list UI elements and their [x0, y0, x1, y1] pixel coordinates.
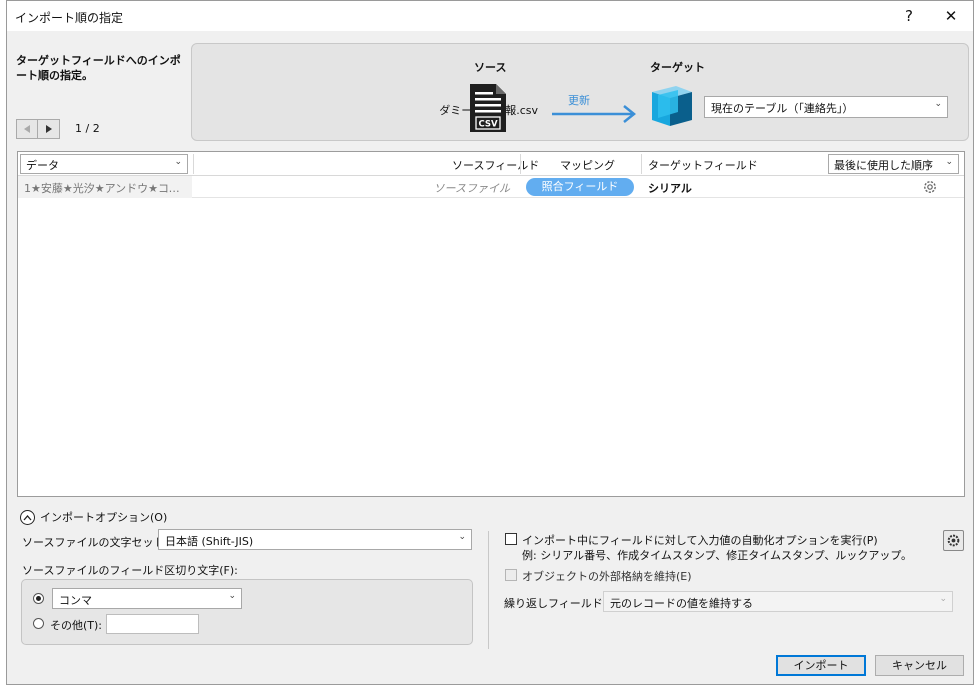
- delimiter-other-label: その他(T):: [50, 619, 103, 632]
- import-options-label: インポートオプション(O): [40, 511, 168, 524]
- auto-enter-example: 例: シリアル番号、作成タイムスタンプ、修正タイムスタンプ、ルックアップ。: [522, 549, 912, 562]
- delimiter-other-input[interactable]: [106, 614, 199, 634]
- external-storage-label: オブジェクトの外部格納を維持(E): [522, 570, 692, 583]
- mapping-pill[interactable]: 照合フィールド: [526, 178, 634, 196]
- charset-select[interactable]: 日本語 (Shift-JIS) ⌄: [158, 529, 472, 550]
- auto-enter-options-button[interactable]: [943, 530, 964, 551]
- column-header-target: ターゲットフィールド: [648, 159, 758, 172]
- auto-enter-label: インポート中にフィールドに対して入力値の自動化オプションを実行(P): [522, 534, 878, 547]
- header-description: ターゲットフィールドへのインポート順の指定。: [16, 54, 181, 82]
- window-title: インポート順の指定: [15, 11, 124, 25]
- help-button[interactable]: ?: [889, 1, 929, 31]
- order-select[interactable]: 最後に使用した順序 ⌄: [828, 154, 959, 174]
- column-header-source: ソースフィールド: [452, 159, 540, 172]
- triangle-right-icon: [45, 125, 52, 133]
- chevron-down-icon: ⌄: [228, 591, 236, 601]
- close-button[interactable]: ✕: [931, 1, 971, 31]
- delimiter-other-radio[interactable]: [33, 618, 44, 629]
- data-select[interactable]: データ ⌄: [20, 154, 188, 174]
- target-label: ターゲット: [650, 61, 705, 74]
- record-nav: [16, 119, 60, 139]
- import-order-dialog: インポート順の指定 ? ✕ ターゲットフィールドへのインポート順の指定。 1 /…: [6, 0, 974, 685]
- delimiter-comma-radio[interactable]: [33, 593, 44, 604]
- auto-enter-checkbox[interactable]: [505, 533, 517, 545]
- external-storage-checkbox[interactable]: [505, 569, 517, 581]
- row-target-cell: シリアル: [648, 182, 692, 195]
- delimiter-label: ソースファイルのフィールド区切り文字(F):: [22, 564, 238, 577]
- source-label: ソース: [474, 61, 507, 74]
- page-indicator: 1 / 2: [75, 122, 100, 135]
- import-options-toggle[interactable]: インポートオプション(O): [20, 509, 167, 525]
- repeat-field-select[interactable]: 元のレコードの値を維持する ⌄: [603, 591, 953, 612]
- source-target-panel: ソース ダミー個人情報.csv CSV 更新 ターゲット 現在のテーブル（「連絡…: [191, 43, 969, 141]
- options-divider: [488, 531, 489, 649]
- chevron-down-icon: ⌄: [939, 594, 947, 604]
- chevron-up-icon: [20, 509, 35, 525]
- data-select-value: データ: [26, 159, 59, 172]
- prev-record-button[interactable]: [16, 119, 38, 139]
- target-table-select[interactable]: 現在のテーブル（「連絡先」） ⌄: [704, 96, 948, 118]
- order-select-value: 最後に使用した順序: [834, 159, 933, 172]
- gear-icon[interactable]: [921, 178, 939, 196]
- chevron-down-icon: ⌄: [934, 99, 942, 109]
- filemaker-folder-icon: [652, 86, 692, 126]
- chevron-down-icon: ⌄: [945, 157, 953, 167]
- source-file-name: ダミー個人情報.csv: [368, 102, 538, 118]
- row-source-cell: ソースファイル: [433, 182, 510, 195]
- next-record-button[interactable]: [38, 119, 60, 139]
- table-row[interactable]: 1★安藤★光汐★アンドウ★コウガ… ソースファイル 照合フィールド シリアル: [18, 176, 964, 198]
- column-header-mapping: マッピング: [560, 159, 615, 172]
- title-bar: インポート順の指定 ? ✕: [7, 1, 973, 31]
- triangle-left-icon: [24, 125, 30, 133]
- chevron-down-icon: ⌄: [458, 532, 466, 542]
- delimiter-select-value: コンマ: [59, 594, 92, 607]
- gear-icon: [947, 534, 960, 547]
- cancel-button[interactable]: キャンセル: [875, 655, 964, 676]
- target-table-value: 現在のテーブル（「連絡先」）: [711, 102, 854, 115]
- charset-value: 日本語 (Shift-JIS): [165, 535, 254, 548]
- arrow-right-icon: [552, 105, 637, 123]
- chevron-down-icon: ⌄: [174, 157, 182, 167]
- column-divider: [641, 154, 642, 174]
- row-data-cell: 1★安藤★光汐★アンドウ★コウガ…: [18, 176, 192, 198]
- delimiter-select[interactable]: コンマ ⌄: [52, 588, 242, 609]
- table-header: データ ⌄ ソースフィールド マッピング ターゲットフィールド 最後に使用した順…: [18, 152, 964, 176]
- csv-badge: CSV: [478, 120, 498, 130]
- field-mapping-table: データ ⌄ ソースフィールド マッピング ターゲットフィールド 最後に使用した順…: [17, 151, 965, 497]
- csv-file-icon: CSV: [470, 84, 506, 132]
- column-divider: [193, 154, 194, 174]
- column-divider: [520, 154, 521, 174]
- delimiter-group: コンマ ⌄ その他(T):: [21, 579, 473, 645]
- repeat-field-value: 元のレコードの値を維持する: [610, 597, 753, 610]
- import-button[interactable]: インポート: [776, 655, 866, 676]
